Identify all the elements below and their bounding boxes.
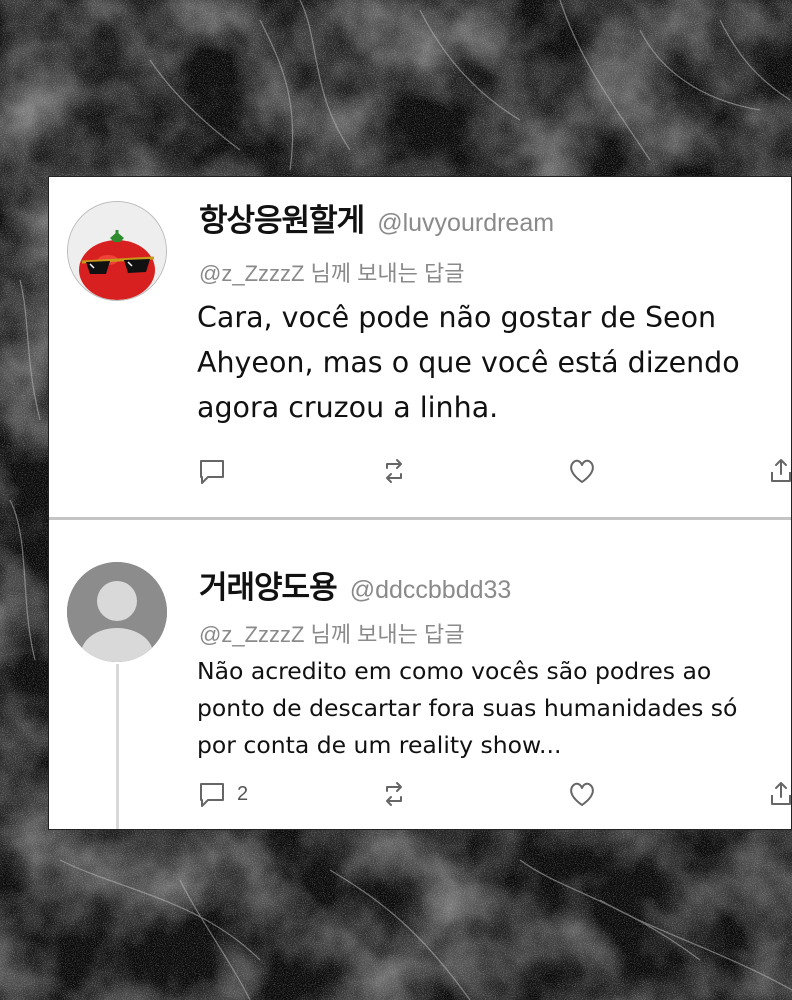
user-handle[interactable]: @ddccbbdd33 <box>350 576 512 604</box>
tomato-avatar-icon <box>68 202 166 300</box>
tweet-text: Não acredito em como vocês são podres ao… <box>197 657 738 759</box>
tweet-text: Cara, você pode não gostar de Seon Ahyeo… <box>197 301 740 424</box>
tweet[interactable]: 거래양도용 @ddccbbdd33 @z_ZzzzZ 님께 보내는 답글 Não… <box>49 520 791 829</box>
tweet[interactable]: 항상응원할게 @luvyourdream @z_ZzzzZ 님께 보내는 답글 … <box>49 177 791 519</box>
tweet-actions: 2 <box>49 776 791 812</box>
display-name[interactable]: 항상응원할게 <box>199 203 365 239</box>
share-icon <box>771 459 791 482</box>
retweet-icon <box>386 459 402 483</box>
reply-button[interactable]: 2 <box>197 776 248 812</box>
retweet-button[interactable] <box>379 776 409 812</box>
share-button[interactable] <box>769 776 791 812</box>
user-handle[interactable]: @luvyourdream <box>377 209 554 237</box>
display-name[interactable]: 거래양도용 <box>199 570 338 606</box>
reply-to-label: @z_ZzzzZ 님께 보내는 답글 <box>199 261 465 286</box>
retweet-button[interactable] <box>379 453 409 489</box>
tweet-actions <box>49 453 791 489</box>
like-icon <box>570 459 594 483</box>
reply-count: 2 <box>237 782 249 805</box>
tweet-header: 거래양도용 @ddccbbdd33 <box>199 562 511 607</box>
like-button[interactable] <box>567 776 597 812</box>
default-avatar-icon <box>67 562 167 662</box>
reply-icon <box>200 460 224 484</box>
default-user-avatar[interactable] <box>67 562 167 662</box>
share-icon <box>771 782 791 805</box>
reply-icon <box>200 783 224 807</box>
tomato-sunglasses-avatar[interactable] <box>67 201 167 301</box>
reply-to-label: @z_ZzzzZ 님께 보내는 답글 <box>199 622 465 647</box>
share-button[interactable] <box>769 453 791 489</box>
tweet-card: 항상응원할게 @luvyourdream @z_ZzzzZ 님께 보내는 답글 … <box>48 176 792 830</box>
like-icon <box>570 782 594 806</box>
like-button[interactable] <box>567 453 597 489</box>
reply-button[interactable] <box>197 453 237 489</box>
retweet-icon <box>386 782 402 806</box>
tweet-header: 항상응원할게 @luvyourdream <box>199 195 554 240</box>
